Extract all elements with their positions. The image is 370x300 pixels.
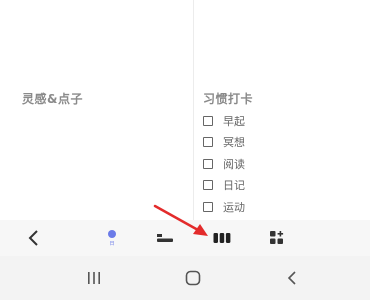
day-view-tab[interactable]: 日 [101, 220, 123, 256]
section-title-habits: 习惯打卡 [203, 92, 254, 106]
recent-apps-icon [88, 272, 100, 284]
dot-icon [108, 229, 116, 238]
red-arrow-annotation [153, 204, 208, 236]
home-icon [185, 270, 201, 286]
day-view-caption: 日 [109, 240, 115, 247]
habit-label: 早起 [223, 114, 245, 128]
back-icon [287, 271, 296, 285]
system-back-button[interactable] [280, 266, 304, 290]
columns-icon [213, 233, 231, 243]
section-title-inspiration: 灵感&点子 [22, 92, 83, 106]
checkbox[interactable] [203, 180, 213, 191]
habit-label: 日记 [223, 179, 245, 193]
chevron-left-icon [28, 230, 38, 246]
habit-label: 运动 [223, 200, 245, 214]
habit-label: 阅读 [223, 157, 245, 171]
system-navigation-bar [0, 256, 370, 300]
checkbox[interactable] [203, 137, 213, 148]
habit-item[interactable]: 早起 [203, 110, 245, 132]
habit-label: 冥想 [223, 136, 245, 150]
column-view-tab[interactable] [211, 220, 233, 256]
habit-item[interactable]: 冥想 [203, 132, 245, 154]
checkbox[interactable] [203, 115, 213, 126]
note-page: 灵感&点子 习惯打卡 早起 冥想 阅读 日记 运动 [0, 0, 370, 220]
recent-apps-button[interactable] [82, 266, 106, 290]
home-button[interactable] [181, 266, 205, 290]
widget-view-tab[interactable] [266, 220, 288, 256]
habit-item[interactable]: 日记 [203, 175, 245, 197]
column-divider [193, 0, 194, 220]
back-button[interactable] [22, 220, 44, 256]
checkbox[interactable] [203, 158, 213, 169]
grid-add-icon [270, 231, 284, 244]
habit-item[interactable]: 阅读 [203, 153, 245, 175]
